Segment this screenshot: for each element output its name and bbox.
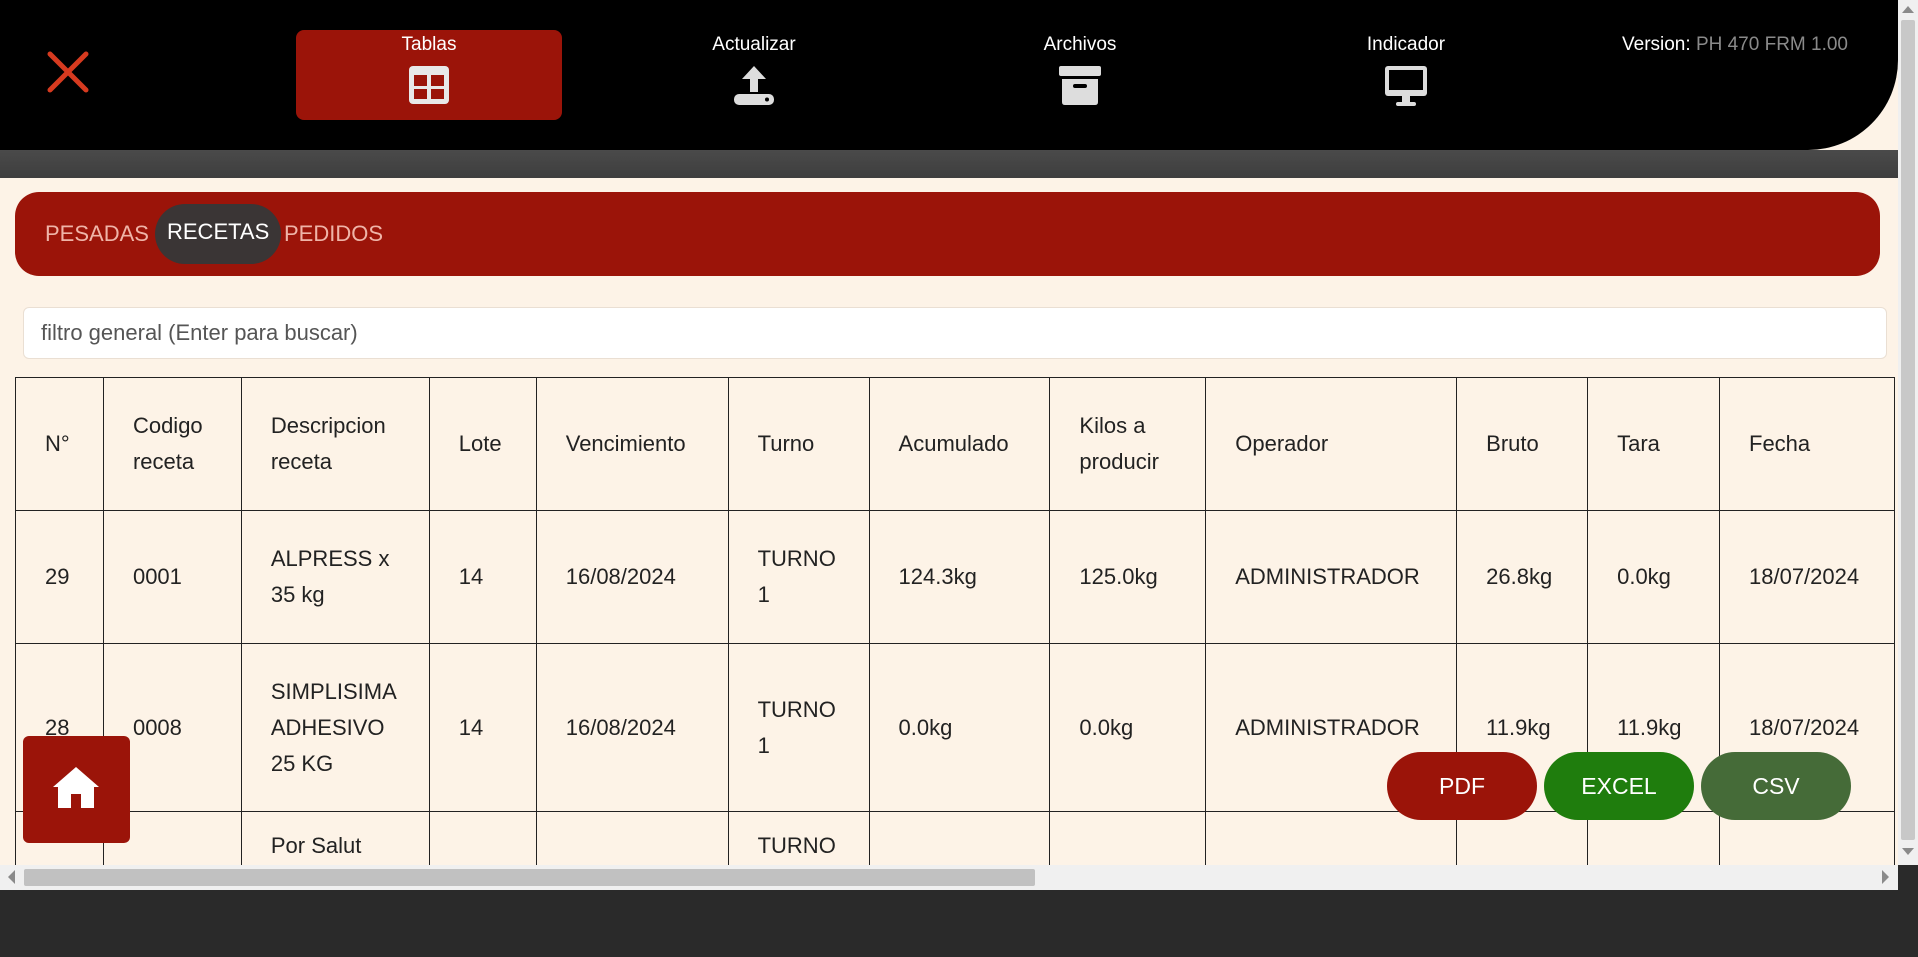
nav-archivos-label: Archivos <box>1043 34 1117 55</box>
table-cell: 16/08/2024 <box>535 510 729 644</box>
vertical-scrollbar[interactable] <box>1898 0 1918 865</box>
version-info: Version: PH 470 FRM 1.00 <box>1622 34 1848 56</box>
app-viewport: Tablas Actualizar Archivos Indicador Ver… <box>0 0 1898 890</box>
column-header[interactable]: Bruto <box>1456 377 1589 511</box>
header-divider-band <box>0 150 1898 178</box>
column-header[interactable]: Operador <box>1205 377 1458 511</box>
nav-indicador-label: Indicador <box>1366 34 1446 55</box>
table-header-row: N° Codigo receta Descripcion receta Lote… <box>15 377 1895 511</box>
column-header[interactable]: Fecha <box>1719 377 1895 511</box>
table-cell: Por Salut <box>240 811 430 865</box>
column-header[interactable]: Descripcion receta <box>240 377 430 511</box>
version-value: PH 470 FRM 1.00 <box>1695 34 1849 55</box>
horizontal-scroll-thumb[interactable] <box>24 869 1035 886</box>
table-cell: TURNO 1 <box>727 643 870 812</box>
column-header[interactable]: Tara <box>1587 377 1720 511</box>
version-label: Version: <box>1622 34 1691 55</box>
table-cell: SIMPLISIMA ADHESIVO 25 KG <box>240 643 430 812</box>
table-cell: 124.3kg <box>868 510 1051 644</box>
column-header[interactable]: Vencimiento <box>535 377 729 511</box>
scroll-left-arrow-icon[interactable] <box>8 870 15 884</box>
table-cell: ADMINISTRADOR <box>1205 510 1458 644</box>
tab-pedidos[interactable]: PEDIDOS <box>284 192 383 276</box>
table-cell <box>1049 811 1207 865</box>
table-cell: 18/07/2024 <box>1719 510 1895 644</box>
nav-tablas[interactable]: Tablas <box>296 30 562 120</box>
table-cell: 26.8kg <box>1456 510 1589 644</box>
close-icon <box>47 51 89 93</box>
horizontal-scrollbar[interactable] <box>0 865 1898 890</box>
table-cell: ALPRESS x 35 kg <box>240 510 430 644</box>
nav-archivos[interactable]: Archivos <box>947 30 1213 120</box>
archive-icon <box>1059 66 1101 105</box>
scroll-up-arrow-icon[interactable] <box>1902 6 1914 13</box>
column-header[interactable]: Codigo receta <box>102 377 242 511</box>
table-cell <box>868 811 1051 865</box>
scroll-right-arrow-icon[interactable] <box>1882 870 1889 884</box>
column-header[interactable]: Kilos a producir <box>1049 377 1207 511</box>
export-pdf-button[interactable]: PDF <box>1387 752 1537 820</box>
table-cell: 14 <box>428 510 537 644</box>
table-cell: 0.0kg <box>868 643 1051 812</box>
section-tab-bar: PESADAS RECETAS PEDIDOS <box>15 192 1880 276</box>
table-cell: 0.0kg <box>1049 643 1207 812</box>
table-cell: 0001 <box>102 510 242 644</box>
table-icon <box>409 66 449 104</box>
table-cell <box>428 811 537 865</box>
table-cell: TURNO <box>727 811 870 865</box>
table-cell: 0.0kg <box>1587 510 1720 644</box>
scroll-down-arrow-icon[interactable] <box>1902 848 1914 855</box>
table-cell <box>535 811 729 865</box>
tab-pesadas[interactable]: PESADAS <box>45 192 149 276</box>
search-input[interactable] <box>23 307 1887 359</box>
upload-icon <box>734 66 774 105</box>
table-row[interactable]: 29 0001 ALPRESS x 35 kg 14 16/08/2024 TU… <box>15 510 1895 644</box>
home-icon <box>53 767 99 808</box>
table-cell: 125.0kg <box>1049 510 1207 644</box>
export-excel-button[interactable]: EXCEL <box>1544 752 1694 820</box>
nav-tablas-label: Tablas <box>401 34 457 55</box>
monitor-icon <box>1385 66 1427 106</box>
column-header[interactable]: Lote <box>428 377 537 511</box>
table-cell: 29 <box>15 510 104 644</box>
nav-actualizar-label: Actualizar <box>712 34 796 55</box>
home-button[interactable] <box>23 736 130 843</box>
table-cell: 14 <box>428 643 537 812</box>
table-cell: 16/08/2024 <box>535 643 729 812</box>
export-csv-button[interactable]: CSV <box>1701 752 1851 820</box>
tab-recetas[interactable]: RECETAS <box>155 204 282 264</box>
table-cell: TURNO 1 <box>727 510 870 644</box>
column-header[interactable]: Acumulado <box>868 377 1051 511</box>
column-header[interactable]: N° <box>15 377 104 511</box>
nav-indicador[interactable]: Indicador <box>1273 30 1539 120</box>
vertical-scroll-thumb[interactable] <box>1901 20 1915 840</box>
close-button[interactable] <box>44 48 92 96</box>
column-header[interactable]: Turno <box>727 377 870 511</box>
nav-actualizar[interactable]: Actualizar <box>621 30 887 120</box>
